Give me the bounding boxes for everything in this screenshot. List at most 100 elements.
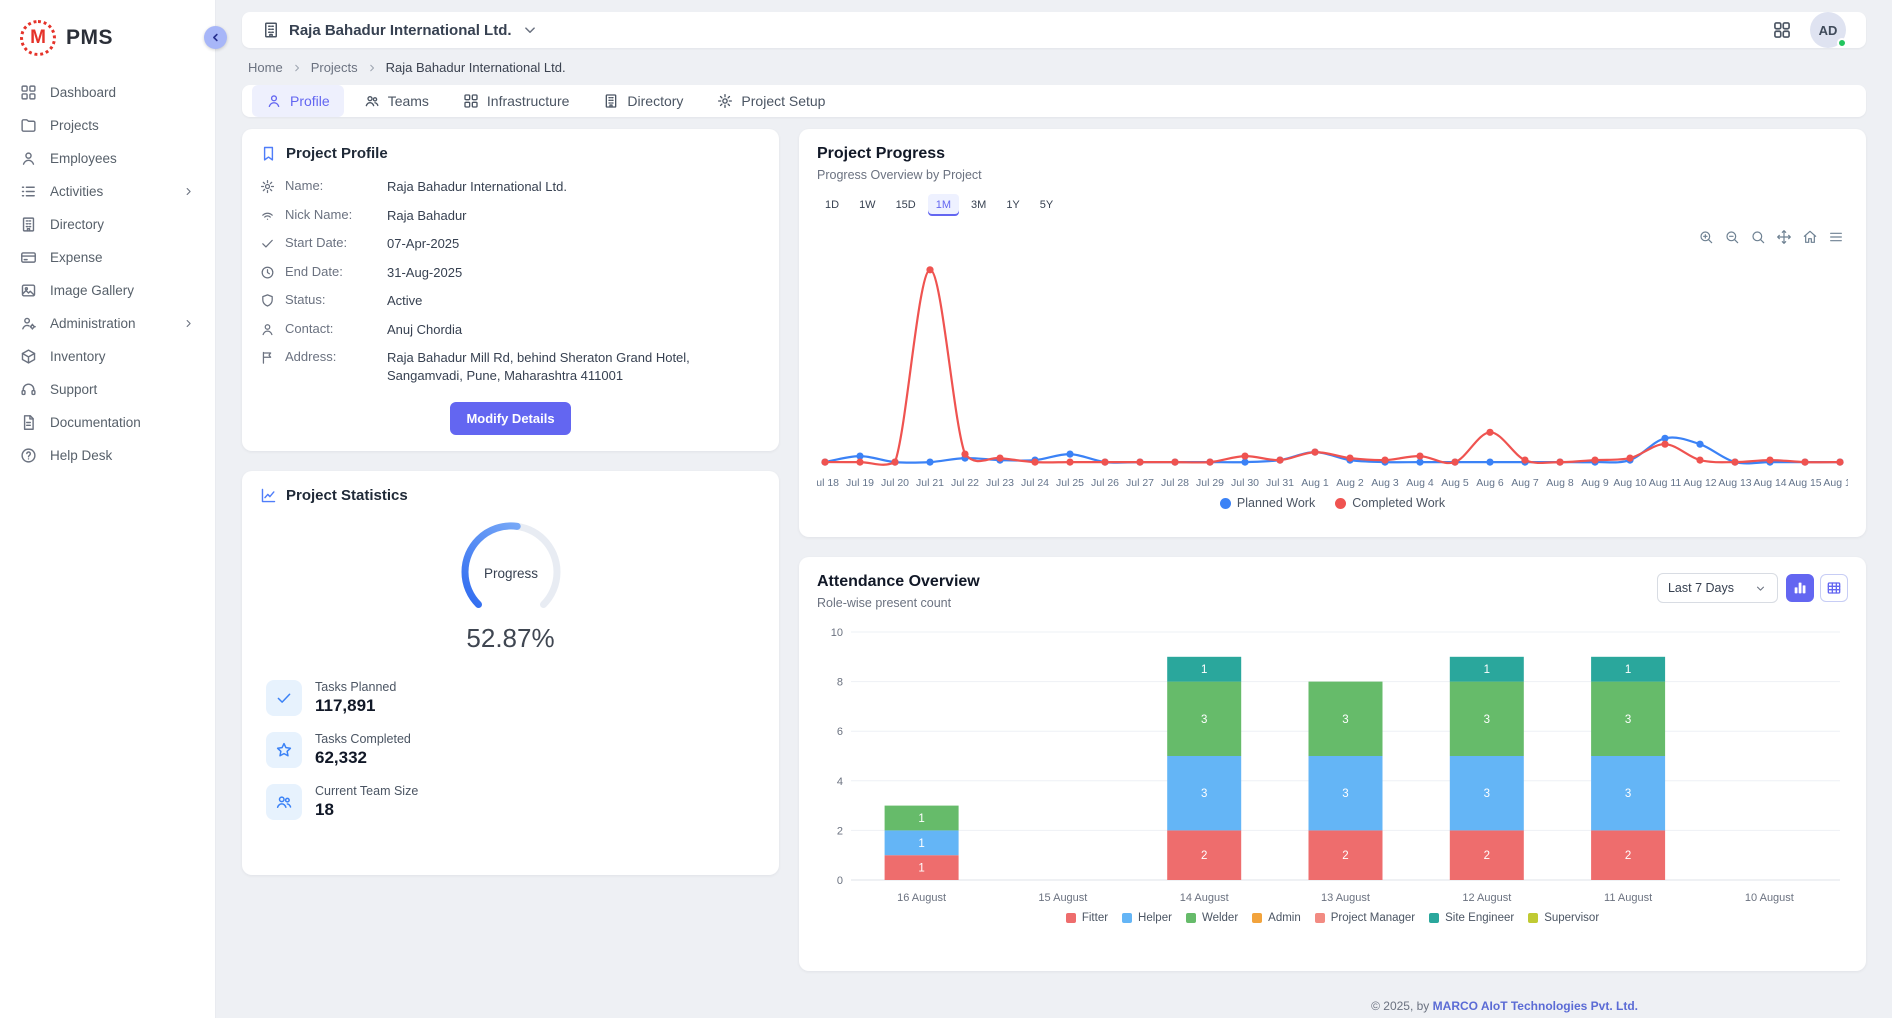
home-icon[interactable] xyxy=(1802,229,1818,250)
range-button-5y[interactable]: 5Y xyxy=(1032,194,1061,216)
range-button-1w[interactable]: 1W xyxy=(851,194,884,216)
person-icon xyxy=(260,322,275,337)
sidebar-item-activities[interactable]: Activities xyxy=(0,175,215,208)
progress-line-chart[interactable]: Jul 18Jul 19Jul 20Jul 21Jul 22Jul 23Jul … xyxy=(817,220,1848,494)
svg-text:2: 2 xyxy=(1625,850,1631,862)
sidebar-item-projects[interactable]: Projects xyxy=(0,109,215,142)
sidebar-item-label: Dashboard xyxy=(50,85,195,100)
range-button-1m[interactable]: 1M xyxy=(928,194,959,216)
legend-planned-work[interactable]: Planned Work xyxy=(1220,496,1315,510)
svg-text:1: 1 xyxy=(918,863,924,875)
statistics-card-title: Project Statistics xyxy=(286,487,408,504)
tab-infrastructure[interactable]: Infrastructure xyxy=(449,85,583,117)
stat-value: 18 xyxy=(315,800,418,820)
sidebar-item-label: Employees xyxy=(50,151,195,166)
svg-text:1: 1 xyxy=(918,838,924,850)
modify-details-button[interactable]: Modify Details xyxy=(450,402,570,435)
folder-icon xyxy=(20,117,37,134)
legend-fitter[interactable]: Fitter xyxy=(1066,912,1108,924)
sidebar-item-administration[interactable]: Administration xyxy=(0,307,215,340)
profile-field-nick-name: Nick Name: Raja Bahadur xyxy=(260,207,761,225)
breadcrumb-item-projects[interactable]: Projects xyxy=(311,60,358,75)
svg-text:0: 0 xyxy=(837,875,843,887)
sidebar-item-label: Documentation xyxy=(50,415,195,430)
sidebar-item-dashboard[interactable]: Dashboard xyxy=(0,76,215,109)
legend-site-engineer[interactable]: Site Engineer xyxy=(1429,912,1514,924)
menu-icon[interactable] xyxy=(1828,229,1844,250)
breadcrumb-item-home[interactable]: Home xyxy=(248,60,283,75)
svg-text:Aug 15: Aug 15 xyxy=(1788,477,1821,489)
legend-label: Completed Work xyxy=(1352,496,1445,510)
sidebar-item-label: Administration xyxy=(50,316,169,331)
chart-toolbar xyxy=(1698,229,1844,250)
stat-value: 117,891 xyxy=(315,696,396,716)
legend-marker xyxy=(1315,913,1325,923)
tab-project-setup[interactable]: Project Setup xyxy=(703,85,839,117)
tab-directory[interactable]: Directory xyxy=(589,85,697,117)
range-button-1d[interactable]: 1D xyxy=(817,194,847,216)
sidebar-collapse-button[interactable] xyxy=(204,26,227,49)
sidebar-item-help-desk[interactable]: Help Desk xyxy=(0,439,215,472)
sidebar-item-documentation[interactable]: Documentation xyxy=(0,406,215,439)
sidebar-item-support[interactable]: Support xyxy=(0,373,215,406)
footer-text: © 2025, by xyxy=(1371,999,1429,1013)
topbar: Raja Bahadur International Ltd. AD xyxy=(242,12,1866,48)
logo[interactable]: M PMS xyxy=(0,12,215,76)
tab-label: Infrastructure xyxy=(487,93,569,109)
list-icon xyxy=(20,183,37,200)
sidebar-item-image-gallery[interactable]: Image Gallery xyxy=(0,274,215,307)
selection-zoom-icon[interactable] xyxy=(1750,229,1766,250)
legend-project-manager[interactable]: Project Manager xyxy=(1315,912,1415,924)
legend-admin[interactable]: Admin xyxy=(1252,912,1301,924)
building-icon xyxy=(20,216,37,233)
attendance-subtitle: Role-wise present count xyxy=(817,596,980,610)
sidebar-item-directory[interactable]: Directory xyxy=(0,208,215,241)
tab-teams[interactable]: Teams xyxy=(350,85,443,117)
svg-text:13 August: 13 August xyxy=(1321,892,1370,904)
legend-helper[interactable]: Helper xyxy=(1122,912,1172,924)
sidebar-item-employees[interactable]: Employees xyxy=(0,142,215,175)
tab-profile[interactable]: Profile xyxy=(252,85,344,117)
svg-text:Jul 25: Jul 25 xyxy=(1056,477,1084,489)
sidebar-item-expense[interactable]: Expense xyxy=(0,241,215,274)
range-button-1y[interactable]: 1Y xyxy=(998,194,1027,216)
svg-text:Aug 11: Aug 11 xyxy=(1649,477,1682,489)
progress-gauge: Progress xyxy=(436,518,586,621)
range-button-3m[interactable]: 3M xyxy=(963,194,994,216)
profile-field-name: Name: Raja Bahadur International Ltd. xyxy=(260,178,761,196)
apps-grid-icon[interactable] xyxy=(1772,20,1792,40)
chevron-down-icon xyxy=(1754,582,1767,595)
project-statistics-card: Project Statistics Progress 52.87% Tasks… xyxy=(242,471,779,875)
bar-view-button[interactable] xyxy=(1786,574,1814,602)
svg-text:15 August: 15 August xyxy=(1038,892,1087,904)
svg-text:Jul 28: Jul 28 xyxy=(1161,477,1189,489)
legend-supervisor[interactable]: Supervisor xyxy=(1528,912,1599,924)
svg-text:Jul 19: Jul 19 xyxy=(846,477,874,489)
table-view-button[interactable] xyxy=(1820,574,1848,602)
stats-list: Tasks Planned 117,891 Tasks Completed 62… xyxy=(260,680,761,820)
svg-text:Aug 1: Aug 1 xyxy=(1301,477,1329,489)
svg-text:3: 3 xyxy=(1625,788,1631,800)
legend-marker xyxy=(1335,498,1346,509)
zoom-in-icon[interactable] xyxy=(1698,229,1714,250)
avatar[interactable]: AD xyxy=(1810,12,1846,48)
svg-text:Aug 9: Aug 9 xyxy=(1581,477,1609,489)
profile-field-status: Status: Active xyxy=(260,292,761,310)
person-icon xyxy=(266,93,282,109)
legend-marker xyxy=(1252,913,1262,923)
company-selector[interactable]: Raja Bahadur International Ltd. xyxy=(262,21,539,39)
profile-field-contact: Contact: Anuj Chordia xyxy=(260,321,761,339)
legend-completed-work[interactable]: Completed Work xyxy=(1335,496,1445,510)
pan-icon[interactable] xyxy=(1776,229,1792,250)
date-range-select[interactable]: Last 7 Days xyxy=(1657,573,1778,603)
legend-welder[interactable]: Welder xyxy=(1186,912,1238,924)
shield-icon xyxy=(260,293,275,308)
people-icon xyxy=(266,784,302,820)
attendance-bar-chart[interactable]: 024681011116 August15 August233114 Augus… xyxy=(817,620,1848,910)
zoom-out-icon[interactable] xyxy=(1724,229,1740,250)
sidebar-item-inventory[interactable]: Inventory xyxy=(0,340,215,373)
range-button-15d[interactable]: 15D xyxy=(888,194,924,216)
svg-text:2: 2 xyxy=(837,825,843,837)
image-icon xyxy=(20,282,37,299)
footer-link[interactable]: MARCO AIoT Technologies Pvt. Ltd. xyxy=(1433,999,1638,1013)
